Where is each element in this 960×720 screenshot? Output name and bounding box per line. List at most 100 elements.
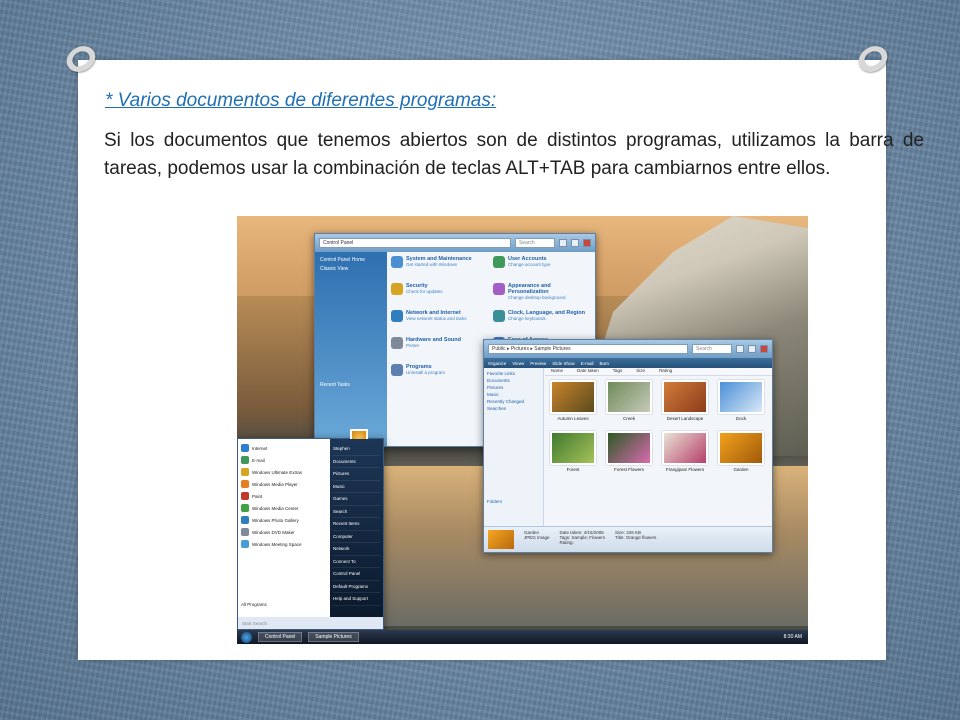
category-subtitle[interactable]: Change account type [508, 262, 551, 267]
nav-link[interactable]: Favorite Links [487, 371, 540, 376]
program-label: Windows Media Center [252, 505, 299, 511]
start-menu-place[interactable]: Default Programs [333, 581, 380, 593]
toolbar-button[interactable]: Burn [600, 361, 610, 366]
program-label: Windows DVD Maker [252, 529, 295, 535]
close-icon[interactable] [583, 239, 591, 247]
toolbar-button[interactable]: E-mail [581, 361, 594, 366]
control-panel-category[interactable]: System and Maintenance Get started with W… [391, 256, 489, 282]
start-menu-place[interactable]: Help and Support [333, 593, 380, 606]
start-menu-program[interactable]: E-mail [241, 454, 327, 466]
thumbnail-image [718, 431, 764, 465]
nav-link[interactable]: Documents [487, 378, 540, 383]
maximize-icon[interactable] [571, 239, 579, 247]
category-subtitle[interactable]: Change desktop background [508, 295, 591, 300]
nav-link[interactable]: Music [487, 392, 540, 397]
start-menu-place[interactable]: Network [333, 543, 380, 556]
program-label: Paint [252, 493, 263, 499]
start-menu-program[interactable]: Windows Ultimate Extras [241, 466, 327, 478]
category-subtitle[interactable]: Uninstall a program [406, 370, 445, 375]
start-menu-program[interactable]: Internet [241, 442, 327, 454]
picture-thumbnail[interactable]: Garden [716, 431, 766, 472]
taskbar-button-control-panel[interactable]: Control Panel [258, 632, 303, 642]
program-icon [241, 492, 249, 500]
start-search-input[interactable]: Start Search [238, 617, 383, 629]
pictures-address[interactable]: Public ▸ Pictures ▸ Sample Pictures [488, 344, 688, 354]
start-menu[interactable]: Internet E-mail Windows Ultimate Extras Win… [237, 429, 384, 630]
column-header[interactable]: Date taken [577, 368, 599, 375]
category-subtitle[interactable]: Printer [406, 343, 461, 348]
start-menu-program[interactable]: Windows DVD Maker [241, 526, 327, 538]
maximize-icon[interactable] [748, 345, 756, 353]
start-menu-place[interactable]: Recent Items [333, 518, 380, 531]
minimize-icon[interactable] [736, 345, 744, 353]
toolbar-button[interactable]: Preview [530, 361, 546, 366]
category-subtitle[interactable]: View network status and tasks [406, 316, 466, 321]
control-panel-category[interactable]: Hardware and Sound Printer [391, 337, 489, 363]
start-menu-program[interactable]: Windows Meeting Space [241, 538, 327, 550]
control-panel-category[interactable]: Network and Internet View network status … [391, 310, 489, 336]
control-panel-category[interactable]: Security Check for updates [391, 283, 489, 309]
start-menu-place[interactable]: Pictures [333, 468, 380, 481]
sidebar-item-home[interactable]: Control Panel Home [320, 257, 382, 263]
start-menu-program[interactable]: Windows Media Player [241, 478, 327, 490]
start-menu-place[interactable]: Documents [333, 456, 380, 468]
pictures-toolbar: Organize Views Preview Slide Show E-mail Burn [484, 358, 772, 368]
nav-link[interactable]: Searches [487, 406, 540, 411]
picture-thumbnail[interactable]: Desert Landscape [660, 380, 710, 421]
category-title[interactable]: Appearance and Personalization [508, 283, 591, 295]
column-header[interactable]: Name [551, 368, 563, 375]
picture-thumbnail[interactable]: Frangipani Flowers [660, 431, 710, 472]
close-icon[interactable] [760, 345, 768, 353]
all-programs-button[interactable]: All Programs [241, 598, 327, 610]
program-label: Windows Ultimate Extras [252, 469, 303, 475]
thumbnail-label: Forest [566, 467, 580, 472]
start-menu-place[interactable]: Control Panel [333, 568, 380, 581]
minimize-icon[interactable] [559, 239, 567, 247]
toolbar-button[interactable]: Organize [488, 361, 506, 366]
picture-thumbnail[interactable]: Forest [548, 431, 598, 472]
pictures-nav-pane: Favorite Links Documents Pictures Music Rece… [484, 368, 544, 526]
thumbnail-label: Frangipani Flowers [665, 467, 705, 472]
toolbar-button[interactable]: Views [512, 361, 524, 366]
control-panel-search[interactable]: Search [515, 238, 555, 248]
nav-link[interactable]: Pictures [487, 385, 540, 390]
start-menu-place[interactable]: Connect To [333, 556, 380, 568]
start-menu-place[interactable]: Stephen [333, 443, 380, 456]
pictures-search[interactable]: Search [692, 344, 732, 354]
picture-thumbnail[interactable]: Dock [716, 380, 766, 421]
category-subtitle[interactable]: Check for updates [406, 289, 443, 294]
column-header[interactable]: Size [636, 368, 645, 375]
start-menu-place[interactable]: Music [333, 481, 380, 493]
start-menu-program[interactable]: Windows Media Center [241, 502, 327, 514]
pictures-titlebar[interactable]: Public ▸ Pictures ▸ Sample Pictures Sear… [484, 340, 772, 358]
category-subtitle[interactable]: Get started with Windows [406, 262, 472, 267]
start-menu-program[interactable]: Paint [241, 490, 327, 502]
toolbar-button[interactable]: Slide Show [552, 361, 575, 366]
category-icon [493, 256, 505, 268]
control-panel-address[interactable]: Control Panel [319, 238, 511, 248]
taskbar-button-sample-pictures[interactable]: Sample Pictures [308, 632, 359, 642]
start-menu-program[interactable]: Windows Photo Gallery [241, 514, 327, 526]
picture-thumbnail[interactable]: Forest Flowers [604, 431, 654, 472]
picture-thumbnail[interactable]: Autumn Leaves [548, 380, 598, 421]
control-panel-category[interactable]: User Accounts Change account type [493, 256, 591, 282]
control-panel-category[interactable]: Clock, Language, and Region Change keyboa… [493, 310, 591, 336]
sidebar-item-classic-view[interactable]: Classic View [320, 266, 382, 272]
column-header[interactable]: Tags [613, 368, 623, 375]
column-header[interactable]: Rating [659, 368, 672, 375]
category-subtitle[interactable]: Change keyboards [508, 316, 585, 321]
nav-link[interactable]: Recently Changed [487, 399, 540, 404]
program-label: E-mail [252, 457, 265, 463]
pictures-thumbnail-grid: Autumn Leaves Creek Desert Landscape Dock Fo… [548, 380, 766, 472]
start-menu-place[interactable]: Search [333, 506, 380, 518]
folders-label[interactable]: Folders [487, 499, 540, 504]
thumbnail-image [550, 380, 596, 414]
sample-pictures-window[interactable]: Public ▸ Pictures ▸ Sample Pictures Sear… [483, 339, 773, 553]
start-menu-place[interactable]: Computer [333, 531, 380, 543]
start-menu-place[interactable]: Games [333, 493, 380, 506]
control-panel-category[interactable]: Appearance and Personalization Change des… [493, 283, 591, 309]
start-orb-icon[interactable] [241, 631, 252, 643]
picture-thumbnail[interactable]: Creek [604, 380, 654, 421]
control-panel-titlebar[interactable]: Control Panel Search [315, 234, 595, 252]
control-panel-category[interactable]: Programs Uninstall a program [391, 364, 489, 390]
